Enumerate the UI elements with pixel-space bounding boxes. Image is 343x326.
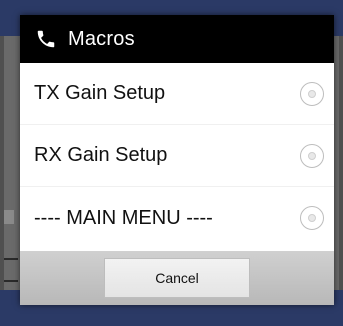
macros-dialog: Macros TX Gain Setup RX Gain Setup ---- … [20, 15, 334, 305]
radio-button[interactable] [300, 206, 324, 230]
list-item-main-menu[interactable]: ---- MAIN MENU ---- [20, 187, 334, 249]
dialog-footer: Cancel [20, 251, 334, 305]
macro-list: TX Gain Setup RX Gain Setup ---- MAIN ME… [20, 63, 334, 249]
background-fragment [4, 210, 14, 224]
background-line [4, 280, 18, 282]
dialog-header: Macros [20, 15, 334, 63]
radio-dot [308, 151, 316, 160]
radio-dot [308, 214, 316, 222]
radio-button[interactable] [300, 143, 324, 168]
list-item-tx-gain-setup[interactable]: TX Gain Setup [20, 63, 334, 125]
list-item-rx-gain-setup[interactable]: RX Gain Setup [20, 125, 334, 187]
radio-button[interactable] [300, 81, 324, 106]
radio-dot [308, 89, 316, 98]
list-item-label: ---- MAIN MENU ---- [34, 206, 213, 229]
dialog-title: Macros [68, 27, 135, 50]
background-line [4, 258, 18, 260]
cancel-button[interactable]: Cancel [104, 258, 250, 298]
list-item-label: TX Gain Setup [34, 82, 166, 104]
list-item-label: RX Gain Setup [34, 144, 168, 166]
phone-icon [34, 27, 58, 51]
